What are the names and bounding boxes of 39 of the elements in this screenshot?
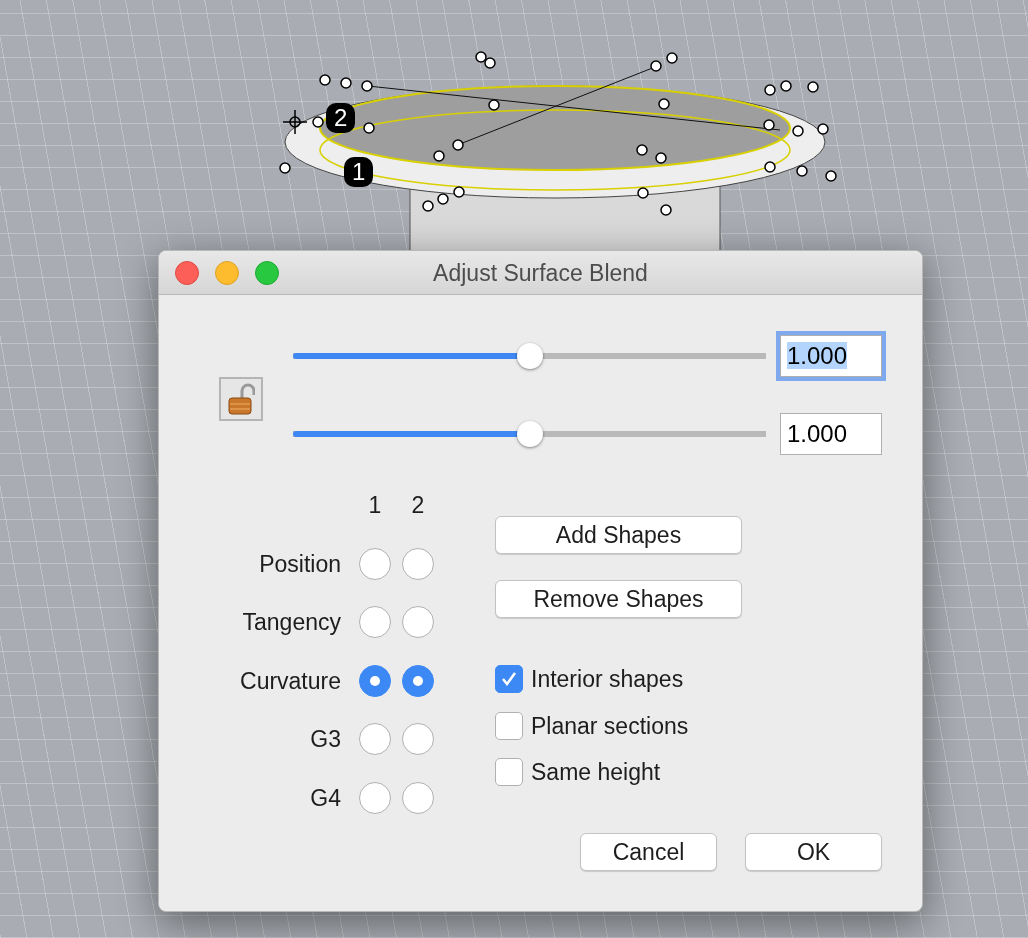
radio-button[interactable] bbox=[402, 547, 434, 580]
crosshair-icon bbox=[282, 109, 308, 135]
lock-toggle-button[interactable] bbox=[219, 377, 263, 421]
radio-button[interactable] bbox=[359, 664, 391, 697]
option-label: Planar sections bbox=[531, 711, 689, 741]
option-label: Interior shapes bbox=[531, 665, 684, 694]
edge-marker: 1 bbox=[344, 157, 374, 187]
zoom-button[interactable] bbox=[255, 261, 279, 285]
slider-thumb[interactable] bbox=[516, 421, 543, 447]
radio-button[interactable] bbox=[402, 723, 434, 756]
column-header: 1 bbox=[367, 491, 383, 520]
window-title: Adjust Surface Blend bbox=[433, 260, 648, 286]
radio-button[interactable] bbox=[402, 606, 434, 639]
checkbox[interactable] bbox=[495, 711, 523, 740]
value-field[interactable]: 1.000 bbox=[780, 413, 882, 455]
shape-button[interactable]: Remove Shapes bbox=[495, 580, 742, 618]
continuity-label: G4 bbox=[310, 784, 341, 811]
minimize-button[interactable] bbox=[215, 261, 239, 285]
radio-button[interactable] bbox=[359, 781, 391, 814]
radio-button[interactable] bbox=[359, 547, 391, 580]
slider-thumb[interactable] bbox=[516, 343, 543, 369]
continuity-label: Tangency bbox=[242, 609, 341, 635]
dialog-button[interactable]: Cancel bbox=[580, 833, 717, 871]
radio-button[interactable] bbox=[359, 723, 391, 756]
dialog-button[interactable]: OK bbox=[745, 833, 882, 871]
radio-button[interactable] bbox=[359, 606, 391, 639]
checkbox[interactable] bbox=[495, 665, 523, 694]
checkbox[interactable] bbox=[495, 758, 523, 787]
padlock-open-icon bbox=[227, 383, 255, 415]
edge-marker: 2 bbox=[326, 103, 356, 133]
continuity-label: Curvature bbox=[240, 667, 341, 694]
continuity-label: G3 bbox=[310, 726, 341, 752]
shape-button[interactable]: Add Shapes bbox=[495, 516, 742, 554]
option-label: Same height bbox=[531, 758, 661, 787]
close-button[interactable] bbox=[175, 261, 199, 285]
radio-button[interactable] bbox=[402, 664, 434, 697]
column-header: 2 bbox=[410, 491, 426, 520]
continuity-label: Position bbox=[259, 550, 341, 577]
radio-button[interactable] bbox=[402, 781, 434, 814]
